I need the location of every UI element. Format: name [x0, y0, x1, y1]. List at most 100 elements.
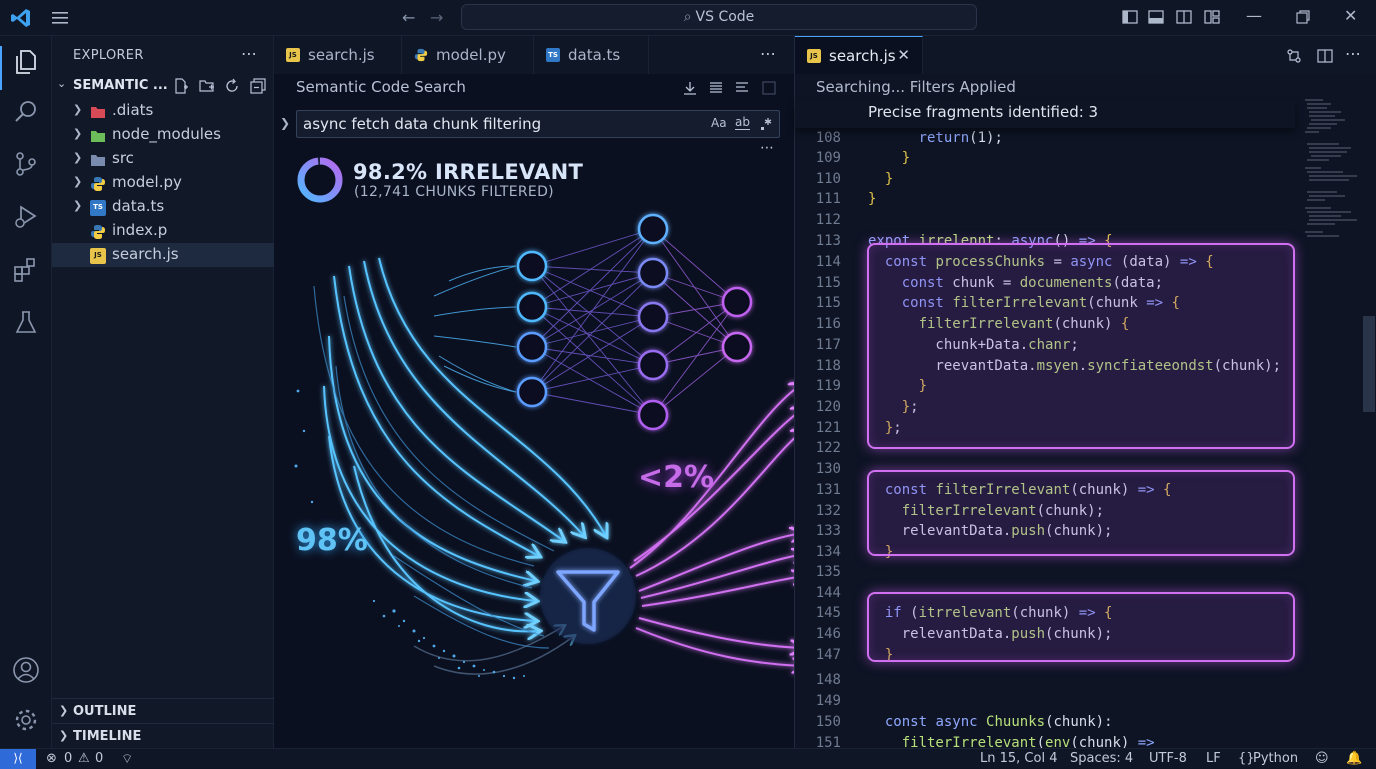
toggle-panel-icon[interactable]	[1148, 9, 1164, 25]
tree-item-node-modules[interactable]: ❯ node_modules	[52, 123, 274, 147]
chevron-right-icon: ❯	[73, 199, 83, 212]
line-number: 147	[815, 647, 841, 663]
settings-gear-icon[interactable]	[12, 706, 40, 734]
code-line[interactable]: const async Chuunks(chunk):	[868, 714, 1113, 730]
code-line[interactable]: return(1);	[868, 130, 1003, 146]
line-number: 146	[815, 626, 841, 642]
new-folder-icon[interactable]	[199, 78, 215, 94]
chevron-down-icon: ⌄	[57, 77, 67, 90]
code-line[interactable]: }	[868, 191, 876, 207]
search-icon: ⌕	[683, 9, 692, 25]
line-number: 114	[815, 254, 841, 270]
close-tab-icon[interactable]: ✕	[897, 46, 910, 64]
line-number: 115	[815, 295, 841, 311]
list-icon[interactable]	[708, 80, 724, 96]
search-icon[interactable]	[12, 98, 40, 126]
toggle-secondary-sidebar-icon[interactable]	[1176, 9, 1192, 25]
chevron-right-icon: ❯	[73, 151, 83, 164]
line-number: 109	[815, 150, 841, 166]
toggle-sidebar-icon[interactable]	[1122, 9, 1138, 25]
cursor-position[interactable]: Ln 15, Col 4	[980, 751, 1057, 766]
testing-icon[interactable]	[12, 308, 40, 336]
account-icon[interactable]	[12, 656, 40, 684]
line-number: 121	[815, 420, 841, 436]
tab-search-js[interactable]: JS search.js ✕	[795, 36, 923, 74]
line-number: 132	[815, 503, 841, 519]
line-number: 115	[815, 275, 841, 291]
indentation[interactable]: Spaces: 4	[1070, 751, 1133, 766]
remote-indicator-icon[interactable]: ⟩⟨	[0, 749, 36, 769]
new-file-icon[interactable]	[173, 78, 189, 94]
tree-item-data-ts[interactable]: ❯ TS data.ts	[52, 195, 274, 219]
tree-item-src[interactable]: ❯ src	[52, 147, 274, 171]
code-line[interactable]: }	[868, 171, 893, 187]
project-root[interactable]: ⌄ SEMANTIC ...	[52, 74, 274, 98]
more-actions-icon[interactable]: ⋯	[760, 44, 776, 63]
menu-icon[interactable]	[50, 8, 70, 28]
restore-icon[interactable]	[1295, 9, 1311, 25]
error-icon[interactable]: ⊗	[46, 751, 57, 766]
split-editor-icon[interactable]	[1317, 48, 1333, 64]
tab-model-py[interactable]: model.py	[402, 36, 534, 74]
chevron-right-icon[interactable]: ❯	[280, 116, 290, 130]
extensions-icon[interactable]	[12, 256, 40, 284]
customize-layout-icon[interactable]	[1204, 9, 1220, 25]
explorer-icon[interactable]	[12, 48, 40, 76]
open-changes-icon[interactable]	[1286, 48, 1302, 64]
warning-icon[interactable]: ⚠	[78, 751, 90, 766]
line-number: 144	[815, 585, 841, 601]
vertical-scrollbar[interactable]	[1363, 316, 1375, 412]
line-number: 135	[815, 564, 841, 580]
end-of-line[interactable]: LF	[1206, 751, 1221, 766]
regex-icon[interactable]	[759, 117, 773, 131]
encoding[interactable]: UTF-8	[1149, 751, 1187, 766]
run-debug-icon[interactable]	[12, 202, 40, 230]
outline-label: OUTLINE	[73, 704, 137, 719]
line-number: 148	[815, 672, 841, 688]
clear-icon[interactable]	[761, 80, 777, 96]
tree-item-model-py[interactable]: ❯ model.py	[52, 171, 274, 195]
collapse-results-icon[interactable]	[734, 80, 750, 96]
tree-item-diats[interactable]: ❯ .diats	[52, 99, 274, 123]
tree-item-search-js[interactable]: JS search.js	[52, 243, 274, 267]
tab-data-ts[interactable]: TS data.ts	[534, 36, 649, 74]
back-arrow-icon[interactable]: ←	[402, 8, 415, 27]
forward-arrow-icon[interactable]: →	[430, 8, 443, 27]
line-number: 133	[815, 523, 841, 539]
minimap[interactable]	[1301, 96, 1363, 296]
feedback-icon[interactable]: ☺	[1315, 751, 1329, 766]
tree-item-index-p[interactable]: index.p	[52, 219, 274, 243]
command-center-label: VS Code	[695, 9, 755, 25]
match-case-toggle[interactable]: Aa	[711, 116, 727, 130]
notifications-bell-icon[interactable]: 🔔	[1346, 751, 1362, 766]
fragments-found-banner: Precise fragments identified: 3	[795, 100, 1295, 128]
close-window-icon[interactable]: ✕	[1344, 6, 1357, 25]
code-line[interactable]: }	[868, 150, 910, 166]
whole-word-toggle[interactable]: ab	[735, 116, 750, 130]
error-count[interactable]: 0	[64, 751, 72, 766]
tab-label: data.ts	[568, 46, 621, 64]
tab-bar: JS search.js model.py TS data.ts ⋯	[274, 36, 794, 74]
line-number: 145	[815, 605, 841, 621]
more-actions-icon[interactable]: ⋯	[1345, 44, 1361, 63]
relevant-share-label: <2%	[638, 460, 715, 495]
outline-section[interactable]: ❯ OUTLINE	[52, 698, 274, 722]
search-input[interactable]	[303, 114, 703, 134]
timeline-section[interactable]: ❯ TIMELINE	[52, 723, 274, 747]
funnel-icon	[540, 548, 636, 644]
more-actions-icon[interactable]: ⋯	[241, 44, 257, 63]
refresh-icon[interactable]	[224, 78, 240, 94]
more-actions-icon[interactable]: ⋯	[760, 140, 774, 156]
download-icon[interactable]	[682, 80, 698, 96]
tab-search-js[interactable]: JS search.js	[274, 36, 402, 74]
typescript-icon: TS	[90, 200, 106, 216]
warning-count[interactable]: 0	[95, 751, 103, 766]
search-field[interactable]: Aa ab	[296, 110, 780, 138]
minimize-icon[interactable]: —	[1246, 6, 1262, 25]
source-control-icon[interactable]	[12, 150, 40, 178]
command-center[interactable]: ⌕ VS Code	[461, 4, 977, 30]
chevron-right-icon: ❯	[73, 175, 83, 188]
language-mode[interactable]: Python	[1253, 751, 1298, 766]
collapse-all-icon[interactable]	[250, 78, 266, 94]
ports-icon[interactable]: ⌔	[121, 751, 133, 767]
